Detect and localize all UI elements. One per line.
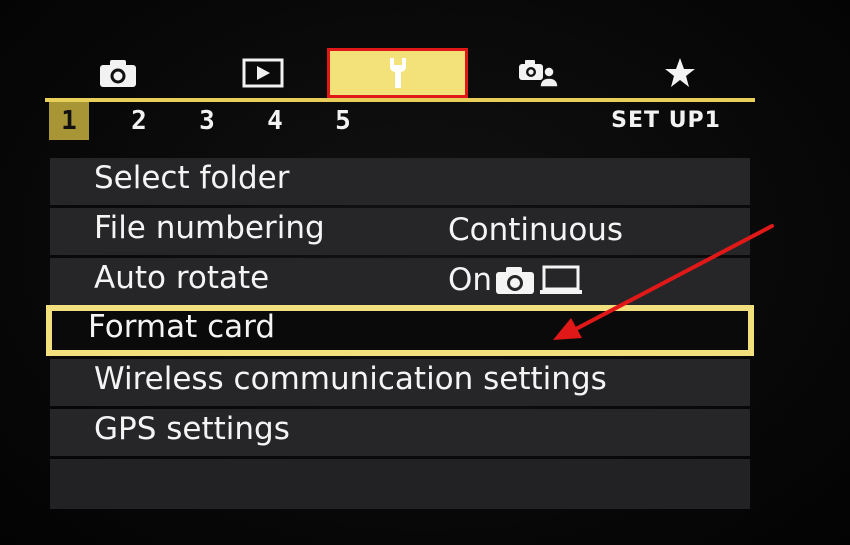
camera-icon xyxy=(99,60,136,87)
menu-item-format-card[interactable]: Format card xyxy=(46,305,754,356)
camera-lcd-screen: 1 2 3 4 5 SET UP1 Select folder File num… xyxy=(0,0,850,545)
subtab-3[interactable]: 3 xyxy=(187,102,227,140)
menu-empty-row xyxy=(50,459,750,509)
tab-my-menu[interactable] xyxy=(642,48,717,98)
menu-item-value: On xyxy=(448,262,584,298)
menu-item-file-numbering[interactable]: File numbering Continuous xyxy=(50,208,750,255)
subtab-1[interactable]: 1 xyxy=(49,102,89,140)
menu-item-label: Format card xyxy=(88,309,276,345)
tab-playback[interactable] xyxy=(225,48,300,98)
settings-menu: Select folder File numbering Continuous … xyxy=(46,158,754,512)
tab-setup[interactable] xyxy=(327,48,468,98)
menu-item-value: Continuous xyxy=(448,212,623,248)
menu-item-label: Select folder xyxy=(94,160,290,196)
subtab-2[interactable]: 2 xyxy=(119,102,159,140)
subtab-row: 1 2 3 4 5 SET UP1 xyxy=(45,102,755,142)
auto-rotate-value: On xyxy=(448,262,493,298)
tab-custom-functions[interactable] xyxy=(500,48,575,98)
wrench-icon xyxy=(389,58,406,88)
menu-item-label: GPS settings xyxy=(94,411,290,447)
menu-item-label: Auto rotate xyxy=(94,260,270,296)
page-label: SET UP1 xyxy=(611,108,721,133)
subtab-5[interactable]: 5 xyxy=(323,102,363,140)
computer-icon xyxy=(540,265,583,294)
menu-item-auto-rotate[interactable]: Auto rotate On xyxy=(50,258,750,305)
menu-item-label: Wireless communication settings xyxy=(94,361,607,397)
menu-item-label: File numbering xyxy=(94,210,325,246)
menu-item-select-folder[interactable]: Select folder xyxy=(50,158,750,205)
camera-icon xyxy=(496,267,535,294)
tab-shooting[interactable] xyxy=(80,48,155,98)
menu-item-gps-settings[interactable]: GPS settings xyxy=(50,409,750,456)
playback-icon xyxy=(242,58,283,88)
subtab-4[interactable]: 4 xyxy=(255,102,295,140)
menu-item-wireless-communication-settings[interactable]: Wireless communication settings xyxy=(50,359,750,406)
custom-functions-icon xyxy=(518,60,559,88)
file-numbering-value: Continuous xyxy=(448,212,624,248)
star-icon xyxy=(664,58,695,87)
